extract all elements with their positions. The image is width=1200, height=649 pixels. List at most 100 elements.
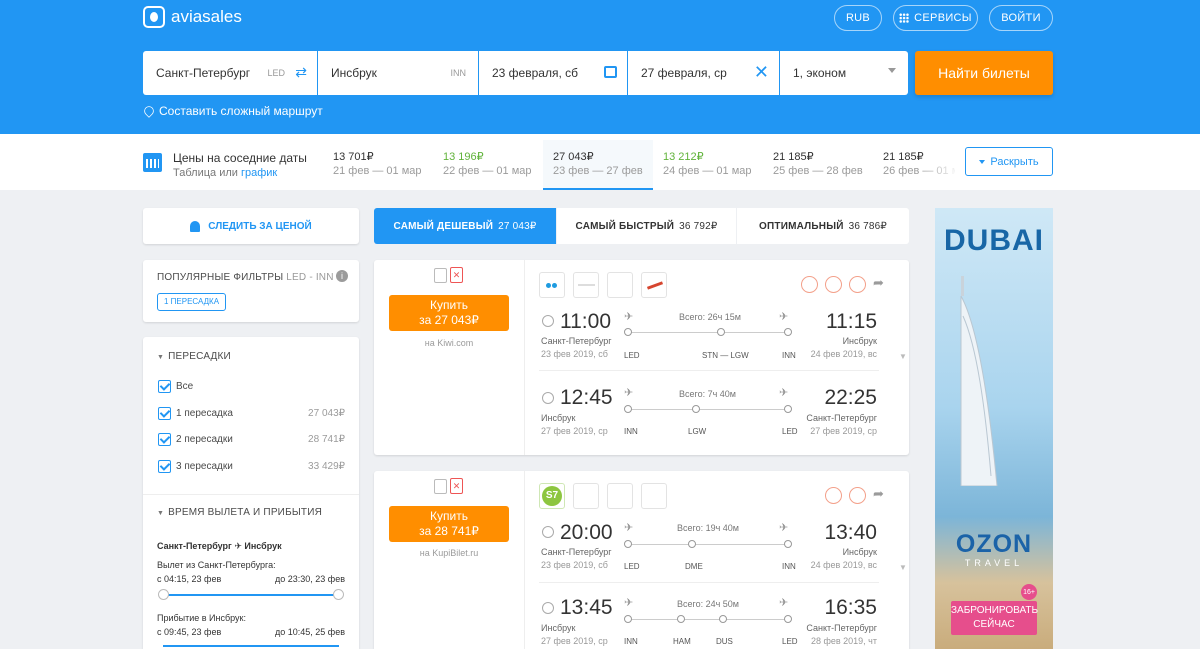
login-button[interactable]: ВОЙТИ [989, 5, 1053, 31]
search-label: Найти билеты [938, 65, 1030, 81]
buy-label: Купить [430, 298, 468, 312]
ad-book-button[interactable]: ЗАБРОНИРОВАТЬ СЕЙЧАС [951, 601, 1038, 635]
arrival-time: 16:35 [824, 596, 877, 619]
arrive-slider[interactable] [163, 645, 339, 647]
caret-down-icon [979, 159, 986, 164]
info-icon[interactable]: i [336, 270, 348, 282]
stops-section-header[interactable]: ▼ ПЕРЕСАДКИ [157, 351, 231, 362]
one-stop-chip[interactable]: 1 ПЕРЕСАДКА [157, 293, 227, 311]
route-dot [624, 615, 632, 623]
pin-icon[interactable] [542, 392, 554, 404]
divider [539, 582, 879, 583]
departure-time: 11:00 [560, 310, 611, 333]
airline-logo-dots [539, 272, 565, 298]
date-option-1[interactable]: 13 701₽ 21 фев — 01 мар [333, 150, 422, 177]
total-duration: Всего: 24ч 50м [677, 599, 739, 609]
checkbox-all-stops[interactable] [158, 380, 171, 393]
age-rating-badge: 16+ [1021, 584, 1037, 600]
departure-date: 23 фев 2019, сб [541, 349, 608, 359]
landing-icon: ✈ [779, 597, 789, 609]
pin-icon[interactable] [542, 602, 554, 614]
currency-button[interactable]: RUB [834, 5, 882, 31]
logo-text: aviasales [171, 7, 242, 26]
depart-slider-min[interactable] [158, 589, 169, 600]
landing-icon: ✈ [779, 311, 789, 323]
ad-cta-line-2: СЕЙЧАС [973, 619, 1015, 630]
ticket-card[interactable]: ✕ Купить за 27 043₽ на Kiwi.com ➦ 11:00 С… [374, 260, 909, 455]
time-section-header[interactable]: ▼ ВРЕМЯ ВЫЛЕТА И ПРИБЫТИЯ [157, 507, 322, 518]
route-line [628, 544, 788, 545]
depart-date-field[interactable]: 23 февраля, сб [479, 51, 627, 95]
stop-code: HAM [673, 637, 691, 646]
departure-code: INN [624, 637, 638, 646]
route-dot [677, 615, 685, 623]
checkbox-1-stop[interactable] [158, 407, 171, 420]
buy-button[interactable]: Купить за 27 043₽ [389, 295, 509, 331]
departure-city: Инсбрук [541, 413, 576, 423]
route-dot [784, 615, 792, 623]
origin-field[interactable]: Санкт-Петербург LED ⇄ [143, 51, 317, 95]
plane-icon: ✈ [234, 541, 242, 551]
watch-price-button[interactable]: СЛЕДИТЬ ЗА ЦЕНОЙ [143, 208, 359, 244]
arrive-label: Прибытие в Инсбрук: [157, 613, 246, 623]
table-link[interactable]: Таблица [173, 167, 216, 179]
ad-banner[interactable]: DUBAI OZON TRAVEL 16+ ЗАБРОНИРОВАТЬ СЕЙЧА… [935, 208, 1053, 649]
agent-name[interactable]: на Kiwi.com [374, 338, 524, 348]
expand-button[interactable]: Раскрыть [965, 147, 1053, 176]
pin-icon[interactable] [542, 315, 554, 327]
services-button[interactable]: СЕРВИСЫ [893, 5, 978, 31]
login-label: ВОЙТИ [1001, 12, 1041, 24]
date-range: 25 фев — 28 фев [773, 165, 863, 177]
fade-mask [920, 140, 960, 190]
landing-icon: ✈ [779, 522, 789, 534]
swap-icon[interactable]: ⇄ [295, 64, 307, 81]
return-date-field[interactable]: 27 февраля, ср ✕ [628, 51, 779, 95]
ticket-card[interactable]: ✕ Купить за 28 741₽ на KupiBilet.ru S7 ➦ … [374, 471, 909, 649]
popular-filters-route: LED - INN [286, 272, 334, 283]
no-baggage-icon: ✕ [450, 267, 463, 283]
share-icon[interactable]: ➦ [873, 486, 884, 502]
takeoff-icon: ✈ [624, 387, 634, 399]
share-icon[interactable]: ➦ [873, 275, 884, 291]
buy-button[interactable]: Купить за 28 741₽ [389, 506, 509, 542]
checkbox-2-stops[interactable] [158, 433, 171, 446]
expand-ticket-icon[interactable]: ▼ [899, 352, 907, 361]
chart-link[interactable]: график [241, 167, 277, 179]
passengers-field[interactable]: 1, эконом [780, 51, 908, 95]
baggage-warning-icon [849, 276, 866, 293]
calendar-icon[interactable] [604, 66, 617, 78]
search-button[interactable]: Найти билеты [915, 51, 1053, 95]
clear-icon[interactable]: ✕ [754, 62, 769, 83]
aviasales-logo[interactable]: aviasales [143, 6, 242, 28]
airline-logo-blank [573, 272, 599, 298]
date-option-3[interactable]: 27 043₽ 23 фев — 27 фев [553, 150, 643, 177]
baggage-icon [434, 268, 447, 283]
buy-price: за 27 043₽ [419, 313, 479, 327]
tab-fastest[interactable]: САМЫЙ БЫСТРЫЙ 36 792₽ [557, 208, 736, 244]
date-option-2[interactable]: 13 196₽ 22 фев — 01 мар [443, 150, 532, 177]
airline-logo-blank [607, 272, 633, 298]
stops-1-label: 1 пересадка [176, 408, 233, 419]
depart-from: с 04:15, 23 фев [157, 574, 222, 584]
popular-filters-card: ПОПУЛЯРНЫЕ ФИЛЬТРЫ LED - INN i 1 ПЕРЕСАД… [143, 260, 359, 322]
expand-ticket-icon[interactable]: ▼ [899, 563, 907, 572]
total-duration: Всего: 26ч 15м [679, 312, 741, 322]
depart-slider[interactable] [163, 594, 339, 596]
route-line [628, 332, 788, 333]
date-option-5[interactable]: 21 185₽ 25 фев — 28 фев [773, 150, 863, 177]
tab-optimal[interactable]: ОПТИМАЛЬНЫЙ 36 786₽ [737, 208, 909, 244]
tab-cheapest[interactable]: САМЫЙ ДЕШЕВЫЙ 27 043₽ [374, 208, 556, 244]
arrival-date: 27 фев 2019, ср [810, 426, 877, 436]
route-dot [624, 405, 632, 413]
agent-name[interactable]: на KupiBilet.ru [374, 548, 524, 558]
date-option-4[interactable]: 13 212₽ 24 фев — 01 мар [663, 150, 752, 177]
complex-route-link[interactable]: Составить сложный маршрут [142, 104, 323, 118]
watch-price-label: СЛЕДИТЬ ЗА ЦЕНОЙ [208, 220, 312, 232]
depart-slider-max[interactable] [333, 589, 344, 600]
takeoff-icon: ✈ [624, 522, 634, 534]
checkbox-3-stops[interactable] [158, 460, 171, 473]
arrival-date: 24 фев 2019, вс [810, 349, 877, 359]
destination-field[interactable]: Инсбрук INN [318, 51, 478, 95]
arrival-date: 28 фев 2019, чт [810, 636, 877, 646]
pin-icon[interactable] [542, 526, 554, 538]
